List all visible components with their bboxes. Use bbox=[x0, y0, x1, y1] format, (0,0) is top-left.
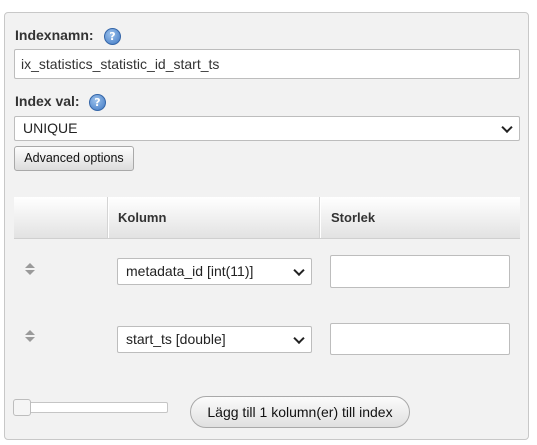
chevron-down-icon bbox=[293, 332, 305, 344]
chevron-down-icon bbox=[501, 121, 513, 133]
column-select[interactable]: start_ts [double] bbox=[117, 326, 312, 353]
column-count-slider[interactable] bbox=[13, 399, 168, 416]
column-select-value: metadata_id [int(11)] bbox=[126, 263, 254, 279]
header-divider bbox=[320, 197, 321, 238]
index-choice-label: Index val: bbox=[15, 93, 80, 109]
size-input[interactable] bbox=[330, 255, 510, 288]
table-header: Kolumn Storlek bbox=[14, 197, 520, 239]
index-name-label: Indexnamn: bbox=[15, 27, 94, 43]
help-icon[interactable]: ? bbox=[104, 28, 121, 45]
column-select[interactable]: metadata_id [int(11)] bbox=[117, 258, 312, 285]
advanced-options-button[interactable]: Advanced options bbox=[14, 146, 134, 171]
column-select-value: start_ts [double] bbox=[126, 331, 226, 347]
add-columns-button[interactable]: Lägg till 1 kolumn(er) till index bbox=[190, 396, 410, 428]
header-kolumn: Kolumn bbox=[118, 210, 167, 225]
chevron-down-icon bbox=[293, 264, 305, 276]
size-input[interactable] bbox=[330, 323, 510, 355]
header-storlek: Storlek bbox=[331, 210, 376, 225]
help-icon[interactable]: ? bbox=[89, 94, 106, 111]
header-divider bbox=[108, 197, 109, 238]
index-name-input[interactable]: ix_statistics_statistic_id_start_ts bbox=[14, 49, 520, 79]
slider-handle[interactable] bbox=[13, 399, 31, 416]
index-choice-value: UNIQUE bbox=[23, 120, 78, 136]
index-choice-select[interactable]: UNIQUE bbox=[14, 116, 520, 141]
